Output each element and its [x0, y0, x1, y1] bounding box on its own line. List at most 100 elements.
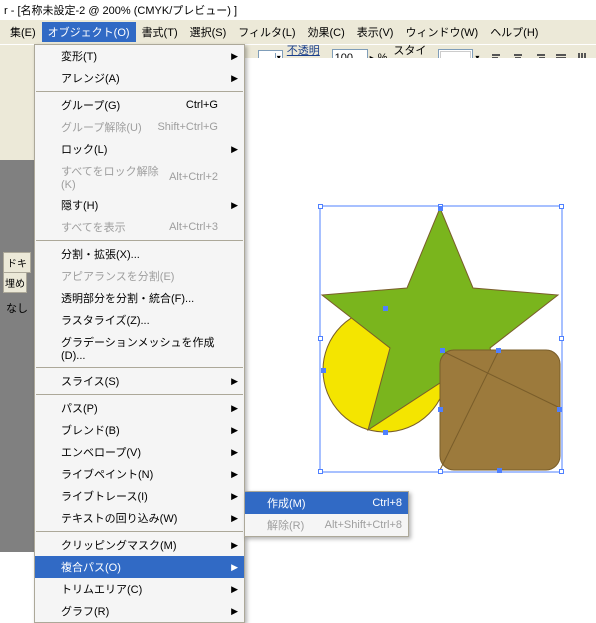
menu-item-label: 隠す(H) [61, 197, 98, 213]
window-title: r - [名称未設定-2 @ 200% (CMYK/プレビュー) ] [0, 0, 596, 20]
submenu-arrow-icon: ▶ [231, 513, 238, 524]
menu-item-label: エンベロープ(V) [61, 444, 141, 460]
menu-item[interactable]: 隠す(H) ▶ [35, 194, 244, 216]
menu-filter[interactable]: フィルタ(L) [232, 22, 301, 42]
menu-item: アピアランスを分割(E) [35, 265, 244, 287]
menu-view[interactable]: 表示(V) [351, 22, 400, 42]
menu-item-label: スライス(S) [61, 373, 119, 389]
menu-separator [36, 91, 243, 92]
menu-item-label: 透明部分を分割・統合(F)... [61, 290, 194, 306]
left-tab-embed[interactable]: 埋め [3, 272, 27, 293]
menu-item-label: クリッピングマスク(M) [61, 537, 177, 553]
menu-item[interactable]: ライブペイント(N) ▶ [35, 463, 244, 485]
canvas-shapes[interactable] [280, 158, 590, 478]
menu-shortcut: Alt+Ctrl+2 [169, 171, 218, 183]
menu-item[interactable]: エンベロープ(V) ▶ [35, 441, 244, 463]
menu-item-label: ブレンド(B) [61, 422, 120, 438]
menu-item[interactable]: アレンジ(A)▶ [35, 67, 244, 89]
submenu-arrow-icon: ▶ [231, 447, 238, 458]
anchor-point[interactable] [497, 468, 502, 473]
selection-handle[interactable] [559, 469, 564, 474]
menu-item-label: アピアランスを分割(E) [61, 268, 174, 284]
menu-item-label: グループ解除(U) [61, 119, 142, 135]
anchor-point[interactable] [383, 430, 388, 435]
menu-item[interactable]: トリムエリア(C) ▶ [35, 578, 244, 600]
menu-item: すべてをロック解除(K)Alt+Ctrl+2 [35, 160, 244, 194]
menu-item[interactable]: ブレンド(B)▶ [35, 419, 244, 441]
selection-handle[interactable] [559, 336, 564, 341]
submenu-item-label: 作成(M) [267, 495, 306, 511]
menu-item[interactable]: 透明部分を分割・統合(F)... [35, 287, 244, 309]
object-menu-dropdown: 変形(T)▶アレンジ(A)▶グループ(G)Ctrl+Gグループ解除(U)Shif… [34, 44, 245, 623]
menu-item[interactable]: グラフ(R)▶ [35, 600, 244, 622]
compound-path-submenu: 作成(M) Ctrl+8 解除(R) Alt+Shift+Ctrl+8 [244, 491, 409, 537]
menu-item[interactable]: 複合パス(O)▶ [35, 556, 244, 578]
menu-item: グループ解除(U) Shift+Ctrl+G [35, 116, 244, 138]
menu-item-label: グループ(G) [61, 97, 120, 113]
menu-item-label: 分割・拡張(X)... [61, 246, 140, 262]
menu-item[interactable]: クリッピングマスク(M) ▶ [35, 534, 244, 556]
anchor-point[interactable] [496, 348, 501, 353]
menu-item-label: トリムエリア(C) [61, 581, 142, 597]
menu-item[interactable]: パス(P)▶ [35, 397, 244, 419]
menu-item-label: ライブトレース(I) [61, 488, 148, 504]
selection-handle[interactable] [559, 204, 564, 209]
anchor-point[interactable] [438, 206, 443, 211]
menu-item-label: ライブペイント(N) [61, 466, 153, 482]
submenu-arrow-icon: ▶ [231, 584, 238, 595]
menu-item[interactable]: グループ(G) Ctrl+G [35, 94, 244, 116]
menu-item[interactable]: 変形(T) ▶ [35, 45, 244, 67]
menu-separator [36, 394, 243, 395]
submenu-arrow-icon: ▶ [231, 376, 238, 387]
selection-handle[interactable] [318, 469, 323, 474]
pasteboard-gray [0, 160, 38, 552]
menu-separator [36, 367, 243, 368]
selection-handle[interactable] [318, 204, 323, 209]
menu-item-label: グラデーションメッシュを作成(D)... [61, 334, 218, 362]
menu-window[interactable]: ウィンドウ(W) [399, 22, 484, 42]
menu-item[interactable]: 分割・拡張(X)... [35, 243, 244, 265]
left-tab-doc[interactable]: ドキ [3, 252, 31, 273]
menu-item-label: 複合パス(O) [61, 559, 121, 575]
menu-item-label: ロック(L) [61, 141, 107, 157]
submenu-arrow-icon: ▶ [231, 403, 238, 414]
submenu-shortcut: Ctrl+8 [372, 497, 402, 509]
menu-edit[interactable]: 集(E) [4, 22, 42, 42]
no-selection-text: なし [6, 300, 28, 316]
anchor-point[interactable] [438, 407, 443, 412]
menu-item-label: テキストの回り込み(W) [61, 510, 177, 526]
menu-help[interactable]: ヘルプ(H) [484, 22, 544, 42]
menu-item[interactable]: ライブトレース(I) ▶ [35, 485, 244, 507]
submenu-shortcut: Alt+Shift+Ctrl+8 [325, 519, 402, 531]
submenu-arrow-icon: ▶ [231, 200, 238, 211]
menu-effect[interactable]: 効果(C) [302, 22, 351, 42]
menu-item[interactable]: グラデーションメッシュを作成(D)... [35, 331, 244, 365]
menu-item[interactable]: ラスタライズ(Z)... [35, 309, 244, 331]
menu-shortcut: Shift+Ctrl+G [157, 121, 218, 133]
menu-item-label: ラスタライズ(Z)... [61, 312, 150, 328]
menu-item: すべてを表示Alt+Ctrl+3 [35, 216, 244, 238]
selection-handle[interactable] [438, 469, 443, 474]
anchor-point[interactable] [383, 306, 388, 311]
menu-item[interactable]: ロック(L)▶ [35, 138, 244, 160]
menu-item[interactable]: スライス(S) ▶ [35, 370, 244, 392]
anchor-point[interactable] [321, 368, 326, 373]
submenu-item[interactable]: 作成(M) Ctrl+8 [245, 492, 408, 514]
menu-item-label: グラフ(R) [61, 603, 109, 619]
submenu-arrow-icon: ▶ [231, 540, 238, 551]
menu-shortcut: Ctrl+G [186, 99, 218, 111]
menu-item-label: アレンジ(A) [61, 70, 120, 86]
selection-handle[interactable] [318, 336, 323, 341]
menu-object[interactable]: オブジェクト(O) [42, 22, 136, 42]
menu-separator [36, 240, 243, 241]
submenu-item-label: 解除(R) [267, 517, 304, 533]
submenu-arrow-icon: ▶ [231, 469, 238, 480]
anchor-point[interactable] [440, 348, 445, 353]
submenu-arrow-icon: ▶ [231, 491, 238, 502]
menu-item-label: 変形(T) [61, 48, 97, 64]
submenu-arrow-icon: ▶ [231, 51, 238, 62]
menu-type[interactable]: 書式(T) [136, 22, 184, 42]
menu-select[interactable]: 選択(S) [184, 22, 233, 42]
anchor-point[interactable] [557, 407, 562, 412]
menu-item[interactable]: テキストの回り込み(W) ▶ [35, 507, 244, 529]
